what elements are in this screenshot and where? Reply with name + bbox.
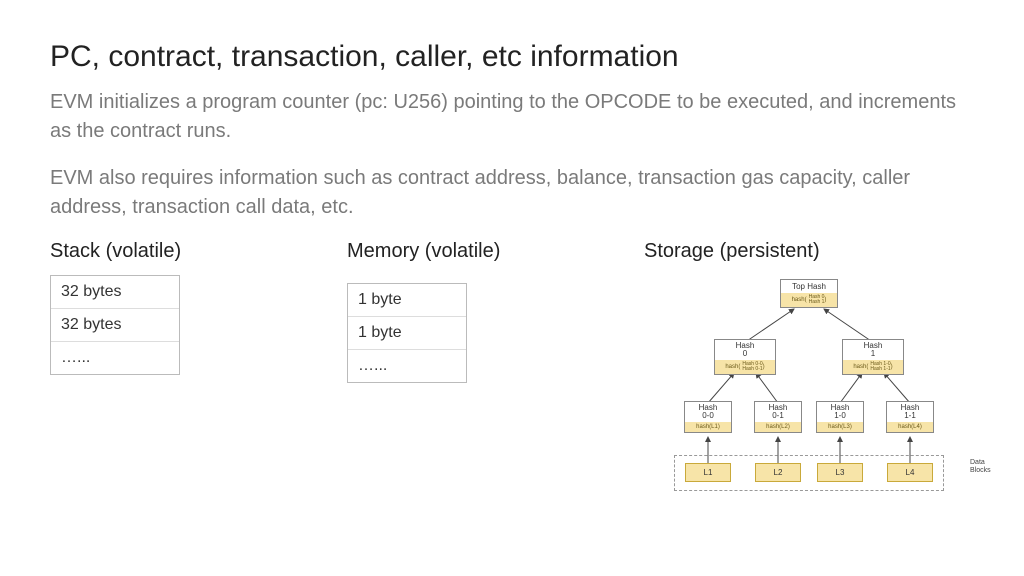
- paragraph-1: EVM initializes a program counter (pc: U…: [50, 88, 974, 146]
- memory-column: Memory (volatile) 1 byte 1 byte …...: [347, 240, 644, 495]
- node-hash: hash( Hash 0 Hash 1 ): [781, 293, 837, 307]
- node-hash: hash( Hash 0-0 Hash 0-1 ): [715, 360, 775, 374]
- tree-node-h1: Hash 1 hash( Hash 1-0 Hash 1-1 ): [842, 339, 904, 375]
- node-label: Top Hash: [781, 280, 837, 293]
- node-label: Hash 0-1: [755, 402, 801, 422]
- memory-cell: 1 byte: [348, 284, 466, 317]
- node-label: Hash 1-1: [887, 402, 933, 422]
- tree-node-h01: Hash 0-1 hash(L2): [754, 401, 802, 433]
- stack-diagram: 32 bytes 32 bytes …...: [50, 275, 180, 375]
- node-hash: hash( Hash 1-0 Hash 1-1 ): [843, 360, 903, 374]
- tree-leaf: L2: [755, 463, 801, 482]
- stack-cell: 32 bytes: [51, 309, 179, 342]
- stack-column: Stack (volatile) 32 bytes 32 bytes …...: [50, 240, 347, 495]
- memory-heading: Memory (volatile): [347, 240, 644, 263]
- paragraph-2: EVM also requires information such as co…: [50, 164, 974, 222]
- tree-leaf: L4: [887, 463, 933, 482]
- tree-node-top: Top Hash hash( Hash 0 Hash 1 ): [780, 279, 838, 308]
- tree-node-h10: Hash 1-0 hash(L3): [816, 401, 864, 433]
- tree-node-h0: Hash 0 hash( Hash 0-0 Hash 0-1 ): [714, 339, 776, 375]
- node-label: Hash 0-0: [685, 402, 731, 422]
- memory-cell: …...: [348, 350, 466, 382]
- storage-column: Storage (persistent): [644, 240, 974, 495]
- node-hash: hash(L4): [887, 422, 933, 432]
- storage-heading: Storage (persistent): [644, 240, 974, 263]
- node-hash: hash(L2): [755, 422, 801, 432]
- memory-diagram: 1 byte 1 byte …...: [347, 283, 467, 383]
- merkle-tree-diagram: Top Hash hash( Hash 0 Hash 1 ) Hash 0 ha…: [644, 275, 974, 495]
- data-blocks-label: Data Blocks: [970, 459, 1004, 474]
- tree-node-h00: Hash 0-0 hash(L1): [684, 401, 732, 433]
- slide-title: PC, contract, transaction, caller, etc i…: [50, 40, 974, 74]
- columns: Stack (volatile) 32 bytes 32 bytes …... …: [50, 240, 974, 495]
- node-label: Hash 1: [843, 340, 903, 360]
- node-label: Hash 0: [715, 340, 775, 360]
- tree-leaf: L1: [685, 463, 731, 482]
- stack-cell: …...: [51, 342, 179, 374]
- node-label: Hash 1-0: [817, 402, 863, 422]
- stack-heading: Stack (volatile): [50, 240, 347, 263]
- tree-leaf: L3: [817, 463, 863, 482]
- tree-node-h11: Hash 1-1 hash(L4): [886, 401, 934, 433]
- node-hash: hash(L1): [685, 422, 731, 432]
- node-hash: hash(L3): [817, 422, 863, 432]
- memory-cell: 1 byte: [348, 317, 466, 350]
- stack-cell: 32 bytes: [51, 276, 179, 309]
